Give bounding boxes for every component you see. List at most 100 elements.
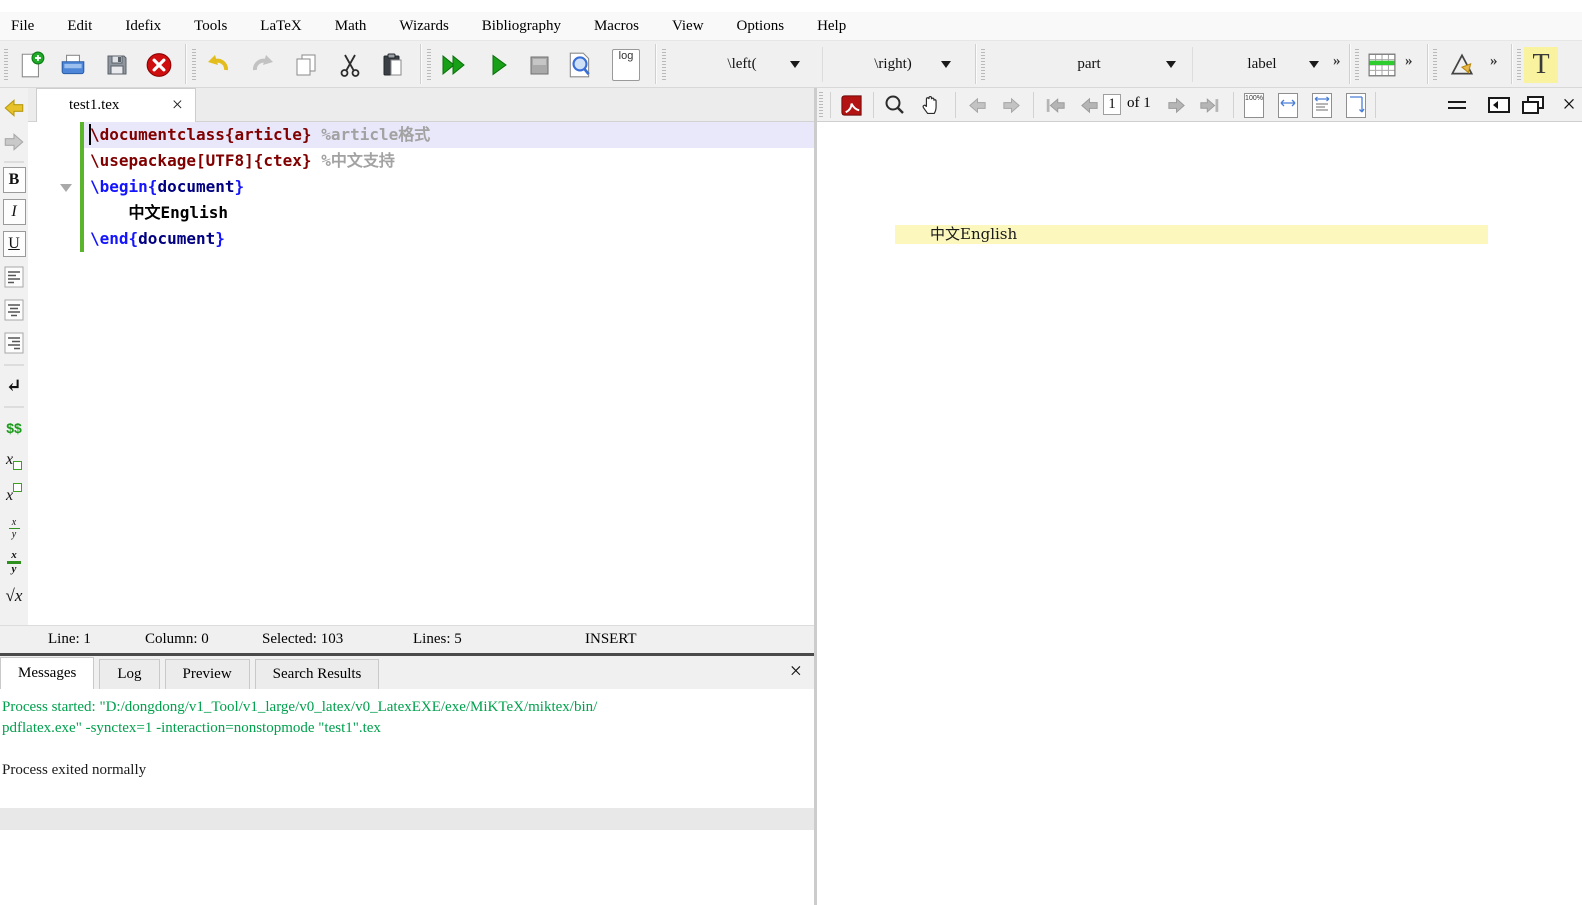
toolbar-handle[interactable] <box>192 49 196 81</box>
view-button[interactable] <box>481 46 517 83</box>
overflow-chevron[interactable]: » <box>1405 53 1412 70</box>
toolbar-handle[interactable] <box>662 49 666 81</box>
stop-button[interactable] <box>521 46 557 83</box>
sectioning-combo[interactable]: part <box>990 47 1188 82</box>
history-forward-button[interactable] <box>996 91 1026 119</box>
panel-close-icon[interactable]: × <box>790 658 802 684</box>
viewer-detach-button[interactable] <box>1519 92 1547 118</box>
overflow-chevron[interactable]: » <box>1490 53 1497 70</box>
pan-tool-button[interactable] <box>916 91 946 119</box>
pdf-page[interactable]: 中文English <box>817 122 1582 905</box>
navigate-forward-button[interactable] <box>1 128 27 156</box>
fold-marker-icon[interactable] <box>60 184 72 198</box>
redo-button[interactable] <box>245 46 281 83</box>
tab-close-icon[interactable]: × <box>172 92 183 118</box>
viewer-close-icon[interactable]: × <box>1555 92 1582 118</box>
menu-bibliography[interactable]: Bibliography <box>479 16 564 37</box>
toolbar-handle[interactable] <box>981 49 985 81</box>
panel-tab-preview[interactable]: Preview <box>164 659 250 689</box>
overflow-chevron[interactable]: » <box>1333 53 1340 70</box>
copy-button[interactable] <box>288 46 324 83</box>
superscript-button[interactable]: x <box>1 480 27 508</box>
menu-macros[interactable]: Macros <box>591 16 642 37</box>
open-button[interactable] <box>55 46 91 83</box>
panel-tab-messages[interactable]: Messages <box>0 657 95 689</box>
right-delimiter-combo[interactable]: \right) <box>822 47 963 82</box>
menu-help[interactable]: Help <box>814 16 849 37</box>
text-style-button[interactable]: T <box>1524 47 1558 83</box>
undo-button[interactable] <box>200 46 236 83</box>
menu-file[interactable]: File <box>8 16 37 37</box>
previous-page-button[interactable] <box>1074 91 1104 119</box>
align-left-button[interactable] <box>1 263 27 291</box>
code-token: \documentclass{article} <box>90 125 312 144</box>
code-line[interactable]: \end{document} <box>84 226 814 252</box>
navigate-back-button[interactable] <box>1 94 27 122</box>
menu-idefix[interactable]: Idefix <box>122 16 164 37</box>
new-document-button[interactable] <box>14 46 50 83</box>
save-button[interactable] <box>99 46 135 83</box>
subscript-button[interactable]: x <box>1 446 27 474</box>
fit-text-icon <box>1312 92 1332 118</box>
reference-combo[interactable]: label <box>1192 47 1331 82</box>
align-right-button[interactable] <box>1 329 27 357</box>
menu-tools[interactable]: Tools <box>191 16 230 37</box>
code-line[interactable]: \begin{document} <box>84 174 814 200</box>
viewer-minimize-button[interactable] <box>1443 92 1471 118</box>
fit-width-button[interactable] <box>1273 91 1303 119</box>
zoom-tool-button[interactable] <box>880 91 910 119</box>
fit-window-button[interactable] <box>1341 91 1371 119</box>
menu-latex[interactable]: LaTeX <box>257 16 304 37</box>
bold-button[interactable]: B <box>1 166 27 194</box>
sqrt-button[interactable]: √x <box>1 582 27 610</box>
panel-tab-search-results[interactable]: Search Results <box>254 659 380 689</box>
subscript-icon: x <box>6 451 23 470</box>
viewer-dock-button[interactable] <box>1485 92 1513 118</box>
left-delimiter-combo[interactable]: \left( <box>672 47 812 82</box>
close-document-button[interactable] <box>141 46 177 83</box>
menu-options[interactable]: Options <box>734 16 788 37</box>
toolbar-handle[interactable] <box>4 49 8 81</box>
menu-wizards[interactable]: Wizards <box>396 16 451 37</box>
toolbar-handle[interactable] <box>819 92 823 118</box>
log-button[interactable]: log <box>608 46 644 83</box>
toolbar-handle[interactable] <box>1517 49 1521 81</box>
status-line: Line: 1 <box>48 631 91 647</box>
cut-button[interactable] <box>332 46 368 83</box>
menu-edit[interactable]: Edit <box>64 16 95 37</box>
italic-button[interactable]: I <box>1 198 27 226</box>
paste-button[interactable] <box>375 46 411 83</box>
format-toolbar: B I U ↵ $$ x x x y x y √x <box>0 88 28 625</box>
next-page-button[interactable] <box>1161 91 1191 119</box>
code-line[interactable]: \documentclass{article} %article格式 <box>84 122 814 148</box>
menu-math[interactable]: Math <box>332 16 370 37</box>
code-line[interactable]: \usepackage[UTF8]{ctex} %中文支持 <box>84 148 814 174</box>
history-back-button[interactable] <box>962 91 992 119</box>
align-center-button[interactable] <box>1 296 27 324</box>
underline-button[interactable]: U <box>1 230 27 258</box>
menu-view[interactable]: View <box>669 16 707 37</box>
newline-button[interactable]: ↵ <box>1 372 27 400</box>
fraction-button[interactable]: xy <box>1 514 27 542</box>
build-and-view-button[interactable] <box>436 46 472 83</box>
toolbar-handle[interactable] <box>427 49 431 81</box>
toolbar-handle[interactable] <box>1355 49 1359 81</box>
tab-test1-tex[interactable]: test1.tex × <box>36 88 196 122</box>
graphics-wizard-button[interactable] <box>1442 46 1482 83</box>
page-number-input[interactable]: 1 <box>1103 94 1121 115</box>
table-wizard-button[interactable] <box>1362 46 1402 83</box>
code-editor[interactable]: \documentclass{article} %article格式 \usepa… <box>28 122 814 625</box>
fit-text-width-button[interactable] <box>1307 91 1337 119</box>
original-size-button[interactable]: 100% <box>1239 91 1269 119</box>
code-line[interactable]: 中文English <box>84 200 814 226</box>
first-page-button[interactable] <box>1040 91 1070 119</box>
inline-math-button[interactable]: $$ <box>1 414 27 442</box>
pdf-document-button[interactable] <box>836 91 866 119</box>
last-page-button[interactable] <box>1195 91 1225 119</box>
panel-tab-log[interactable]: Log <box>99 659 160 689</box>
code-area[interactable]: \documentclass{article} %article格式 \usepa… <box>84 122 814 252</box>
view-log-button[interactable] <box>562 46 598 83</box>
dfrac-button[interactable]: xy <box>1 548 27 576</box>
toolbar-handle[interactable] <box>1433 49 1437 81</box>
chevron-down-icon <box>1166 61 1176 73</box>
